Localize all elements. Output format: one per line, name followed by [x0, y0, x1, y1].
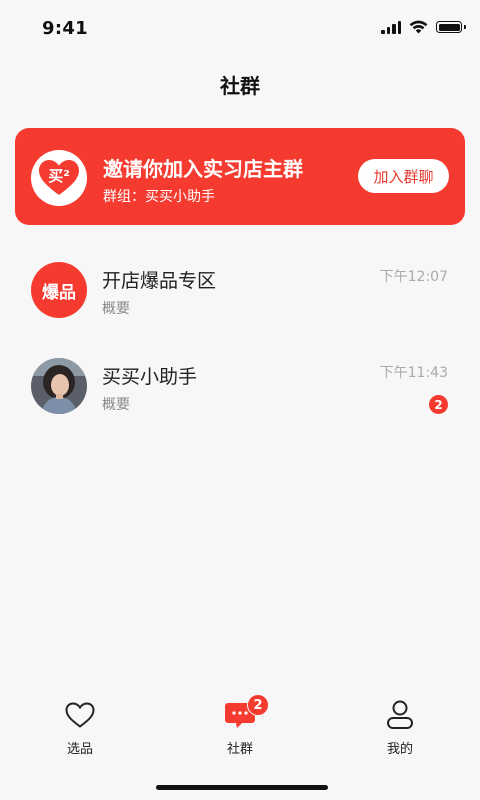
tab-selection[interactable]: 选品 — [0, 688, 160, 758]
chat-preview: 概要 — [102, 397, 130, 413]
status-bar: 9:41 — [0, 0, 480, 56]
photo-avatar — [31, 358, 87, 414]
group-logo: 买² — [31, 150, 87, 206]
chat-preview: 概要 — [102, 301, 130, 317]
chat-name: 买买小助手 — [102, 366, 198, 388]
invite-banner[interactable]: 买² 邀请你加入实习店主群 群组：买买小助手 加入群聊 — [15, 128, 465, 225]
banner-subtitle: 群组：买买小助手 — [103, 189, 215, 205]
user-icon — [383, 698, 417, 732]
tab-label: 社群 — [226, 742, 253, 757]
chat-name: 开店爆品专区 — [102, 270, 217, 292]
chat-time: 下午12:07 — [379, 269, 448, 285]
group-avatar: 爆品 — [31, 262, 87, 318]
page-title: 社群 — [220, 74, 260, 98]
tab-badge: 2 — [247, 694, 269, 716]
chat-list-item[interactable]: 爆品 开店爆品专区 概要 下午12:07 — [0, 262, 480, 352]
tab-profile[interactable]: 我的 — [320, 688, 480, 758]
bottom-tab-bar: 选品 2 社群 我的 — [0, 688, 480, 800]
heart-icon — [63, 698, 97, 732]
tab-community[interactable]: 2 社群 — [160, 688, 320, 758]
battery-icon — [436, 21, 466, 33]
tab-label: 选品 — [66, 742, 93, 757]
tab-label: 我的 — [386, 742, 413, 757]
cellular-signal-icon — [381, 20, 401, 34]
heart-logo-icon: 买² — [39, 160, 79, 195]
status-time: 9:41 — [42, 18, 88, 39]
logo-text: 买² — [48, 167, 70, 185]
banner-title: 邀请你加入实习店主群 — [103, 157, 303, 181]
chat-bubble-icon: 2 — [223, 694, 269, 732]
wifi-icon — [409, 20, 428, 34]
home-indicator[interactable] — [156, 785, 328, 790]
join-group-button[interactable]: 加入群聊 — [358, 159, 449, 193]
status-icons — [381, 20, 466, 34]
unread-badge: 2 — [429, 395, 448, 414]
chat-time: 下午11:43 — [379, 365, 448, 381]
chat-list-item[interactable]: 买买小助手 概要 下午11:43 2 — [0, 358, 480, 448]
